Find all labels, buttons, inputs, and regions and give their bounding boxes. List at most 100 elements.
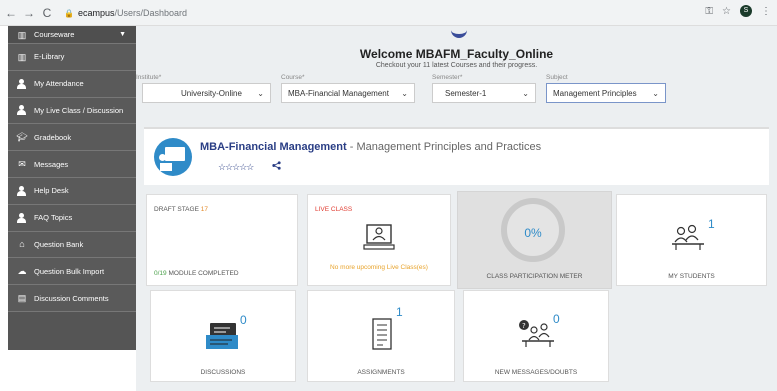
course-separator: - [346,141,357,153]
semester-value: Semester-1 [445,88,487,98]
students-label: MY STUDENTS [668,273,715,280]
page-subtitle: Checkout your 11 latest Courses and thei… [375,62,538,69]
module-done-count: 0/19 [154,270,167,277]
sidebar-item-label: Courseware [34,30,75,39]
live-class-label: LIVE CLASS [315,206,353,213]
course-card[interactable]: MBA-Financial Management - Management Pr… [144,127,769,185]
classroom-icon [154,138,192,176]
document-icon: ▤ [17,293,27,304]
checklist-icon [371,317,393,356]
institute-label: Institute* [136,74,162,81]
doubts-icon: ? [516,317,556,354]
sidebar-item-help-desk[interactable]: Help Desk [8,177,136,205]
address-bar[interactable]: 🔒 ecampus/Users/Dashboard [64,5,187,21]
graduation-cap-icon: 🎓︎ [16,132,28,143]
students-count: 1 [708,217,715,231]
sidebar-item-label: My Attendance [34,79,84,89]
subject-value: Management Principles [553,88,637,98]
assignments-label: ASSIGNMENTS [357,369,405,376]
semester-select[interactable]: Semester-1 ⌄ [432,83,536,103]
sidebar-item-question-bank[interactable]: ⌂ Question Bank [8,231,136,259]
url-path: /Users/Dashboard [114,8,188,18]
forward-icon[interactable]: → [22,6,36,20]
chevron-down-icon: ⌄ [257,88,264,98]
sidebar-item-label: E-Library [34,52,65,62]
video-call-icon [362,223,396,258]
menu-icon[interactable]: ⋮ [761,6,771,17]
participation-label: CLASS PARTICIPATION METER [486,273,583,280]
page-title: Welcome MBAFM_Faculty_Online [359,47,554,61]
sidebar-item-label: Gradebook [34,132,72,142]
sidebar-item-gradebook[interactable]: 🎓︎ Gradebook [8,124,136,152]
my-students-tile[interactable]: 1 MY STUDENTS [616,194,767,286]
live-class-tile[interactable]: LIVE CLASS No more upcoming Live Class(e… [307,194,451,286]
browser-actions: ⚿ ☆ S ⋮ [705,5,771,17]
discussions-label: DISCUSSIONS [200,369,246,376]
url-host: ecampus [78,8,115,18]
dashboard-main: Welcome MBAFM_Faculty_Online Checkout yo… [136,26,777,391]
participation-meter: 0% [501,198,565,262]
messages-label: NEW MESSAGES/DOUBTS [494,369,578,376]
chevron-down-icon: ⌄ [652,88,659,98]
participation-meter-tile[interactable]: 0% CLASS PARTICIPATION METER [457,191,612,289]
sidebar-item-label: Help Desk [34,186,69,196]
draft-stage-tile[interactable]: DRAFT STAGE 17 0/19 MODULE COMPLETED [146,194,298,286]
sidebar-item-e-library[interactable]: ▥ E-Library [8,44,136,71]
svg-text:?: ? [522,322,526,330]
sidebar-item-my-attendance[interactable]: My Attendance [8,70,136,98]
sidebar-item-label: Question Bulk Import [34,266,105,276]
sidebar-item-faq-topics[interactable]: FAQ Topics [8,204,136,232]
back-icon[interactable]: ← [4,6,18,20]
browser-toolbar: ← → C 🔒 ecampus/Users/Dashboard ⚿ ☆ S ⋮ [0,0,777,26]
module-done-label: MODULE COMPLETED [168,270,239,277]
chevron-down-icon: ▼ [119,31,126,38]
sidebar-item-courseware[interactable]: ▥ Courseware ▼ [8,26,136,44]
assignments-count: 1 [396,305,403,319]
discussions-tile[interactable]: 0 DISCUSSIONS [150,290,296,382]
reload-icon[interactable]: C [40,6,54,20]
share-icon[interactable] [272,161,281,172]
course-value: MBA-Financial Management [288,88,389,98]
course-select[interactable]: MBA-Financial Management ⌄ [281,83,415,103]
draft-stage-count: 17 [200,206,208,213]
course-label: Course* [281,74,305,81]
chevron-down-icon: ⌄ [401,88,408,98]
lock-icon: 🔒 [64,8,74,18]
cloud-upload-icon: ☁ [17,266,27,277]
key-icon[interactable]: ⚿ [705,6,713,17]
person-icon [16,185,28,196]
participation-value: 0% [524,226,542,240]
star-icon[interactable]: ☆ [722,6,731,17]
person-icon [16,105,28,116]
module-progress: 0/19 MODULE COMPLETED [154,270,239,277]
subject-select[interactable]: Management Principles ⌄ [546,83,666,103]
sidebar-item-label: Messages [34,159,69,169]
envelope-icon: ✉ [18,159,26,170]
sidebar-item-messages[interactable]: ✉ Messages [8,151,136,178]
messages-doubts-tile[interactable]: ? 0 NEW MESSAGES/DOUBTS [463,290,609,382]
sidebar-item-label: Question Bank [34,239,84,249]
course-program: MBA-Financial Management [200,141,347,153]
draft-stage-label: DRAFT STAGE [154,206,199,213]
library-icon: ▥ [17,51,27,62]
course-subject: Management Principles and Practices [356,141,542,153]
draft-stage: DRAFT STAGE 17 [154,206,208,213]
course-title[interactable]: MBA-Financial Management - Management Pr… [200,141,541,153]
chat-icon [204,321,242,358]
sidebar-item-question-bulk-import[interactable]: ☁ Question Bulk Import [8,258,136,286]
profile-avatar[interactable]: S [740,5,752,17]
institute-select[interactable]: University-Online ⌄ [142,83,271,103]
messages-count: 0 [553,312,560,326]
sidebar-item-label: FAQ Topics [34,213,73,223]
chevron-down-icon: ⌄ [522,88,529,98]
semester-label: Semester* [432,74,463,81]
sidebar-item-discussion-comments[interactable]: ▤ Discussion Comments [8,285,136,312]
sidebar-item-my-live-class[interactable]: My Live Class / Discussion [8,97,136,125]
rating-stars[interactable]: ☆☆☆☆☆ [218,162,254,173]
discussions-count: 0 [240,313,247,327]
sidebar: ▥ Courseware ▼ ▥ E-Library My Attendance… [8,26,136,350]
person-icon [16,78,28,89]
no-live-class-message: No more upcoming Live Class(es) [330,264,428,271]
assignments-tile[interactable]: 1 ASSIGNMENTS [307,290,455,382]
person-icon [16,212,28,223]
